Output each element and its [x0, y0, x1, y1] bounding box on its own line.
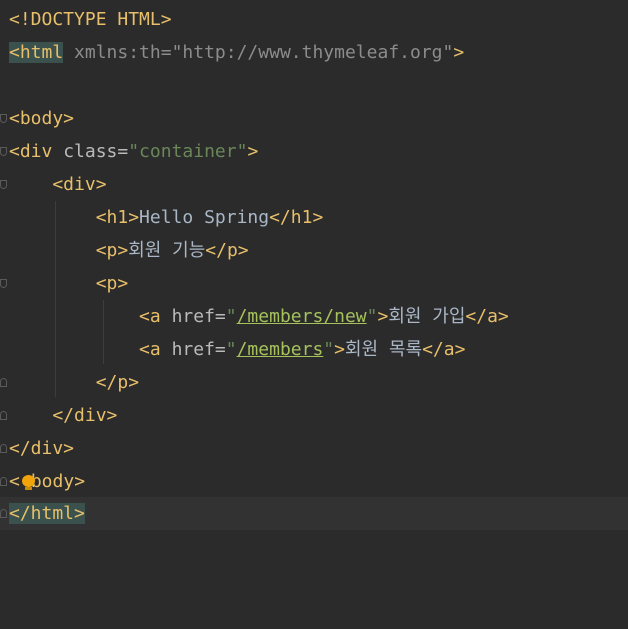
code-line-8[interactable]: <p>회원 기능</p>: [0, 234, 628, 267]
xmlns-attr: xmlns:th=: [63, 42, 172, 63]
members-link[interactable]: /members: [237, 339, 324, 360]
code-editor[interactable]: <!DOCTYPE HTML> <html xmlns:th="http://w…: [0, 0, 628, 571]
code-line-7[interactable]: <h1>Hello Spring</h1>: [0, 201, 628, 234]
fold-marker-icon[interactable]: [0, 411, 7, 420]
code-line-5[interactable]: <div class="container">: [0, 135, 628, 168]
code-line-15[interactable]: < body>: [0, 465, 628, 498]
fold-marker-icon[interactable]: [0, 114, 7, 123]
a-text: 회원 목록: [344, 339, 423, 360]
class-attr: class=: [63, 141, 129, 162]
fold-marker-icon[interactable]: [0, 279, 7, 288]
a-close-bracket: >: [334, 339, 345, 360]
h1-close-tag: </h1>: [269, 207, 324, 228]
body-close-tag: body>: [30, 471, 86, 492]
fold-marker-icon[interactable]: [0, 147, 7, 156]
a-close-bracket: >: [377, 306, 389, 327]
p-text: 회원 기능: [128, 240, 206, 261]
a-open-tag: <a: [9, 306, 172, 327]
code-line-13[interactable]: </div>: [0, 399, 628, 432]
members-new-link[interactable]: /members/new: [237, 306, 367, 327]
html-close-tag: </html>: [9, 503, 85, 524]
lightbulb-icon[interactable]: [22, 475, 35, 491]
code-line-4[interactable]: <body>: [0, 102, 628, 135]
p-close-tag: </p>: [9, 372, 140, 393]
h1-text: Hello Spring: [139, 207, 270, 228]
html-open-bracket: <: [9, 42, 20, 63]
div-close-tag: </div>: [9, 438, 75, 459]
href-attr: href=: [171, 306, 226, 327]
href-quote: ": [323, 339, 335, 360]
html-tag-name: html: [19, 42, 64, 63]
fold-marker-icon[interactable]: [0, 444, 7, 453]
code-line-11[interactable]: <a href="/members">회원 목록</a>: [0, 333, 628, 366]
code-line-12[interactable]: </p>: [0, 366, 628, 399]
p-open-tag: <p>: [9, 273, 129, 294]
html-close-bracket: >: [453, 42, 465, 63]
body-open-tag: <body>: [9, 108, 75, 129]
code-line-6[interactable]: <div>: [0, 168, 628, 201]
fold-marker-icon[interactable]: [0, 477, 7, 486]
code-line-2[interactable]: <html xmlns:th="http://www.thymeleaf.org…: [0, 36, 628, 69]
a-close-tag: </a>: [422, 339, 466, 360]
xmlns-value: "http://www.thymeleaf.org": [171, 42, 454, 63]
a-text: 회원 가입: [388, 306, 466, 327]
inner-div-close-tag: </div>: [9, 405, 118, 426]
href-quote: ": [225, 339, 237, 360]
fold-marker-icon[interactable]: [0, 378, 7, 387]
fold-marker-icon[interactable]: [0, 180, 7, 189]
h1-open-tag: <h1>: [9, 207, 140, 228]
a-close-tag: </a>: [465, 306, 509, 327]
p-open-tag: <p>: [9, 240, 129, 261]
inner-div-open-tag: <div>: [9, 174, 107, 195]
href-quote: ": [366, 306, 378, 327]
code-line-3[interactable]: [0, 69, 628, 102]
code-line-10[interactable]: <a href="/members/new">회원 가입</a>: [0, 300, 628, 333]
div-close-bracket: >: [247, 141, 259, 162]
code-line-9[interactable]: <p>: [0, 267, 628, 300]
div-open-tag: <div: [9, 141, 64, 162]
fold-marker-icon[interactable]: [0, 509, 7, 518]
class-value: "container": [128, 141, 248, 162]
code-line-16[interactable]: </html>: [0, 497, 628, 530]
href-quote: ": [225, 306, 237, 327]
body-close-bracket: <: [9, 471, 20, 492]
p-close-tag: </p>: [205, 240, 249, 261]
doctype: <!DOCTYPE HTML>: [9, 9, 172, 30]
code-line-1[interactable]: <!DOCTYPE HTML>: [0, 3, 628, 36]
href-attr: href=: [171, 339, 226, 360]
a-open-tag: <a: [9, 339, 172, 360]
code-line-14[interactable]: </div>: [0, 432, 628, 465]
